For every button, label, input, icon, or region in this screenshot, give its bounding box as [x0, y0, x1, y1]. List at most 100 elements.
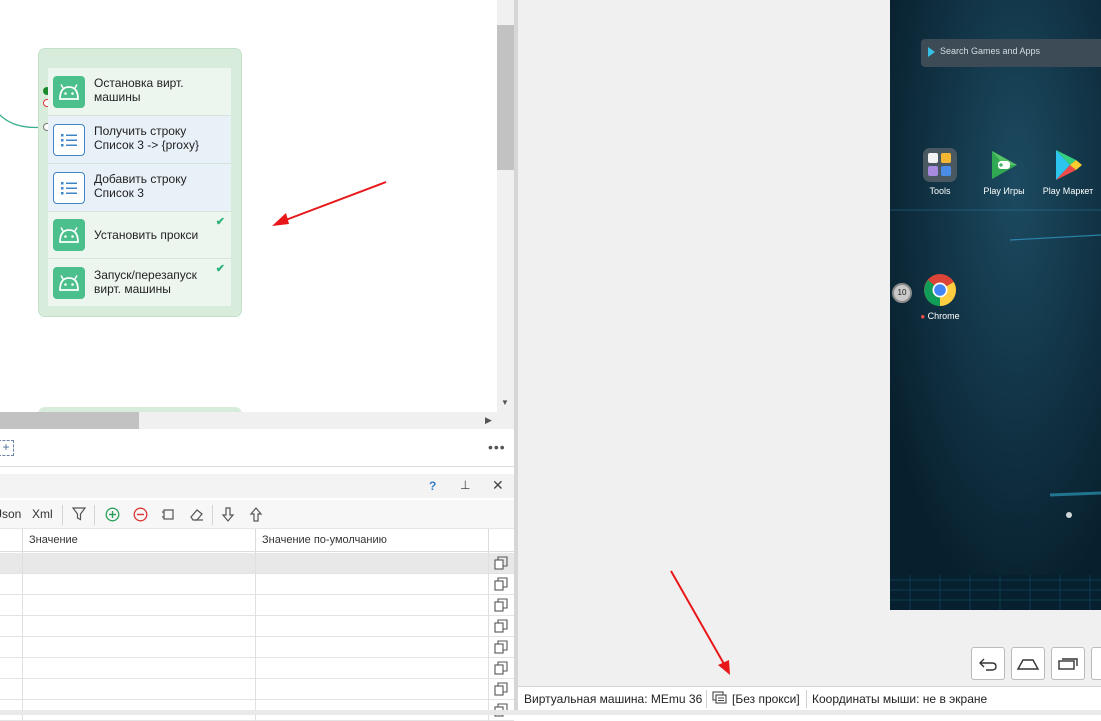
action-block-add-line[interactable]: Добавить строку Список 3: [48, 164, 231, 212]
column-divider: [22, 553, 23, 574]
play-games-icon: [992, 151, 1017, 179]
column-divider: [488, 679, 489, 700]
block-label: Добавить строку Список 3: [94, 172, 187, 200]
move-down-icon[interactable]: [219, 505, 237, 523]
checkmark-icon: ✔: [215, 216, 225, 228]
canvas-horizontal-scrollbar[interactable]: ▶: [0, 412, 497, 429]
table-row[interactable]: [0, 574, 514, 595]
emulator-screen[interactable]: Search Games and Apps Tools Play Игры Pl…: [890, 0, 1101, 610]
column-divider: [488, 529, 489, 553]
toolbar-separator: [94, 505, 95, 525]
home-icon: [1017, 658, 1039, 670]
android-icon: [53, 267, 85, 299]
scroll-thumb[interactable]: [497, 25, 514, 170]
app-label: Tools: [929, 186, 951, 196]
copy-icon[interactable]: [494, 577, 508, 591]
copy-icon[interactable]: [494, 682, 508, 696]
app-label: Play Игры: [983, 186, 1025, 196]
help-icon[interactable]: ?: [429, 479, 436, 493]
recent-apps-button[interactable]: [1051, 647, 1085, 680]
column-divider: [255, 679, 256, 700]
move-up-icon[interactable]: [247, 505, 265, 523]
app-play-games[interactable]: Play Игры: [974, 148, 1034, 196]
action-block-stop-vm[interactable]: Остановка вирт. машины: [48, 68, 231, 116]
checkmark-icon: ✔: [215, 263, 225, 275]
more-icon[interactable]: •••: [488, 439, 506, 455]
pin-icon[interactable]: ⊥: [460, 478, 470, 492]
proxy-icon[interactable]: [712, 691, 727, 708]
action-block-set-proxy[interactable]: Установить прокси ✔: [48, 212, 231, 259]
remove-variable-icon[interactable]: [131, 505, 149, 523]
canvas-vertical-scrollbar[interactable]: ▼: [497, 0, 514, 412]
copy-icon[interactable]: [494, 598, 508, 612]
scroll-down-icon[interactable]: ▼: [501, 398, 509, 407]
column-divider: [488, 553, 489, 574]
copy-icon[interactable]: [494, 640, 508, 654]
action-block-restart-vm[interactable]: Запуск/перезапуск вирт. машины ✔: [48, 259, 231, 306]
android-icon: [53, 219, 85, 251]
app-tools[interactable]: Tools: [910, 148, 970, 196]
scroll-thumb[interactable]: [0, 412, 139, 429]
play-market-icon: [1056, 150, 1082, 180]
block-label: Остановка вирт. машины: [94, 76, 184, 104]
json-button[interactable]: Json: [0, 507, 21, 521]
proxy-status[interactable]: [Без прокси]: [732, 692, 800, 706]
column-value-header[interactable]: Значение: [29, 534, 78, 546]
column-divider: [255, 529, 256, 553]
table-row[interactable]: [0, 616, 514, 637]
android-icon: [53, 76, 85, 108]
script-canvas[interactable]: Остановка вирт. машины Получить строку С…: [0, 0, 497, 412]
app-chrome[interactable]: ● Chrome: [910, 273, 970, 321]
column-divider: [255, 574, 256, 595]
tools-folder-icon: [923, 148, 957, 182]
table-row[interactable]: [0, 658, 514, 679]
column-divider: [22, 616, 23, 637]
column-divider: [22, 658, 23, 679]
frame-icon[interactable]: [159, 505, 177, 523]
eraser-icon[interactable]: [187, 505, 205, 523]
recent-apps-icon: [1058, 657, 1078, 670]
search-bar[interactable]: Search Games and Apps: [921, 39, 1101, 67]
cleaner-badge[interactable]: 10: [892, 283, 912, 303]
scroll-right-icon[interactable]: ▶: [485, 415, 492, 426]
column-divider: [22, 679, 23, 700]
column-divider: [22, 574, 23, 595]
back-button[interactable]: [971, 647, 1005, 680]
list-icon: [53, 124, 85, 156]
extra-button[interactable]: [1091, 647, 1101, 680]
add-variable-icon[interactable]: [103, 505, 121, 523]
close-icon[interactable]: ✕: [492, 477, 504, 494]
app-label: Play Маркет: [1042, 186, 1094, 196]
play-store-icon: [928, 47, 935, 57]
panel-toolbar: Json Xml: [0, 500, 514, 528]
action-block-get-line[interactable]: Получить строку Список 3 -> {proxy}: [48, 116, 231, 164]
column-divider: [255, 658, 256, 679]
back-icon: [979, 658, 997, 671]
variables-grid-header: Значение Значение по-умолчанию: [0, 528, 514, 553]
block-label: Запуск/перезапуск вирт. машины: [94, 268, 197, 296]
app-play-market[interactable]: Play Маркет: [1038, 148, 1098, 196]
table-row[interactable]: [0, 637, 514, 658]
table-row[interactable]: [0, 553, 514, 574]
column-divider: [255, 616, 256, 637]
filter-icon[interactable]: [70, 505, 88, 523]
column-divider: [488, 616, 489, 637]
column-default-header[interactable]: Значение по-умолчанию: [262, 534, 387, 546]
table-row[interactable]: [0, 679, 514, 700]
xml-button[interactable]: Xml: [32, 507, 53, 521]
column-divider: [255, 595, 256, 616]
column-divider: [22, 529, 23, 553]
home-button[interactable]: [1011, 647, 1045, 680]
panel-header: ? ⊥ ✕: [0, 474, 514, 498]
copy-icon[interactable]: [494, 556, 508, 570]
copy-icon[interactable]: [494, 619, 508, 633]
status-divider: [706, 690, 707, 708]
table-row[interactable]: [0, 595, 514, 616]
column-divider: [488, 658, 489, 679]
copy-icon[interactable]: [494, 661, 508, 675]
add-icon[interactable]: +: [0, 440, 14, 456]
search-placeholder: Search Games and Apps: [940, 46, 1041, 56]
vm-status: Виртуальная машина: MEmu 36: [524, 692, 703, 706]
block-label: Установить прокси: [94, 228, 199, 242]
status-bar: Виртуальная машина: MEmu 36 [Без прокси]…: [518, 686, 1101, 710]
